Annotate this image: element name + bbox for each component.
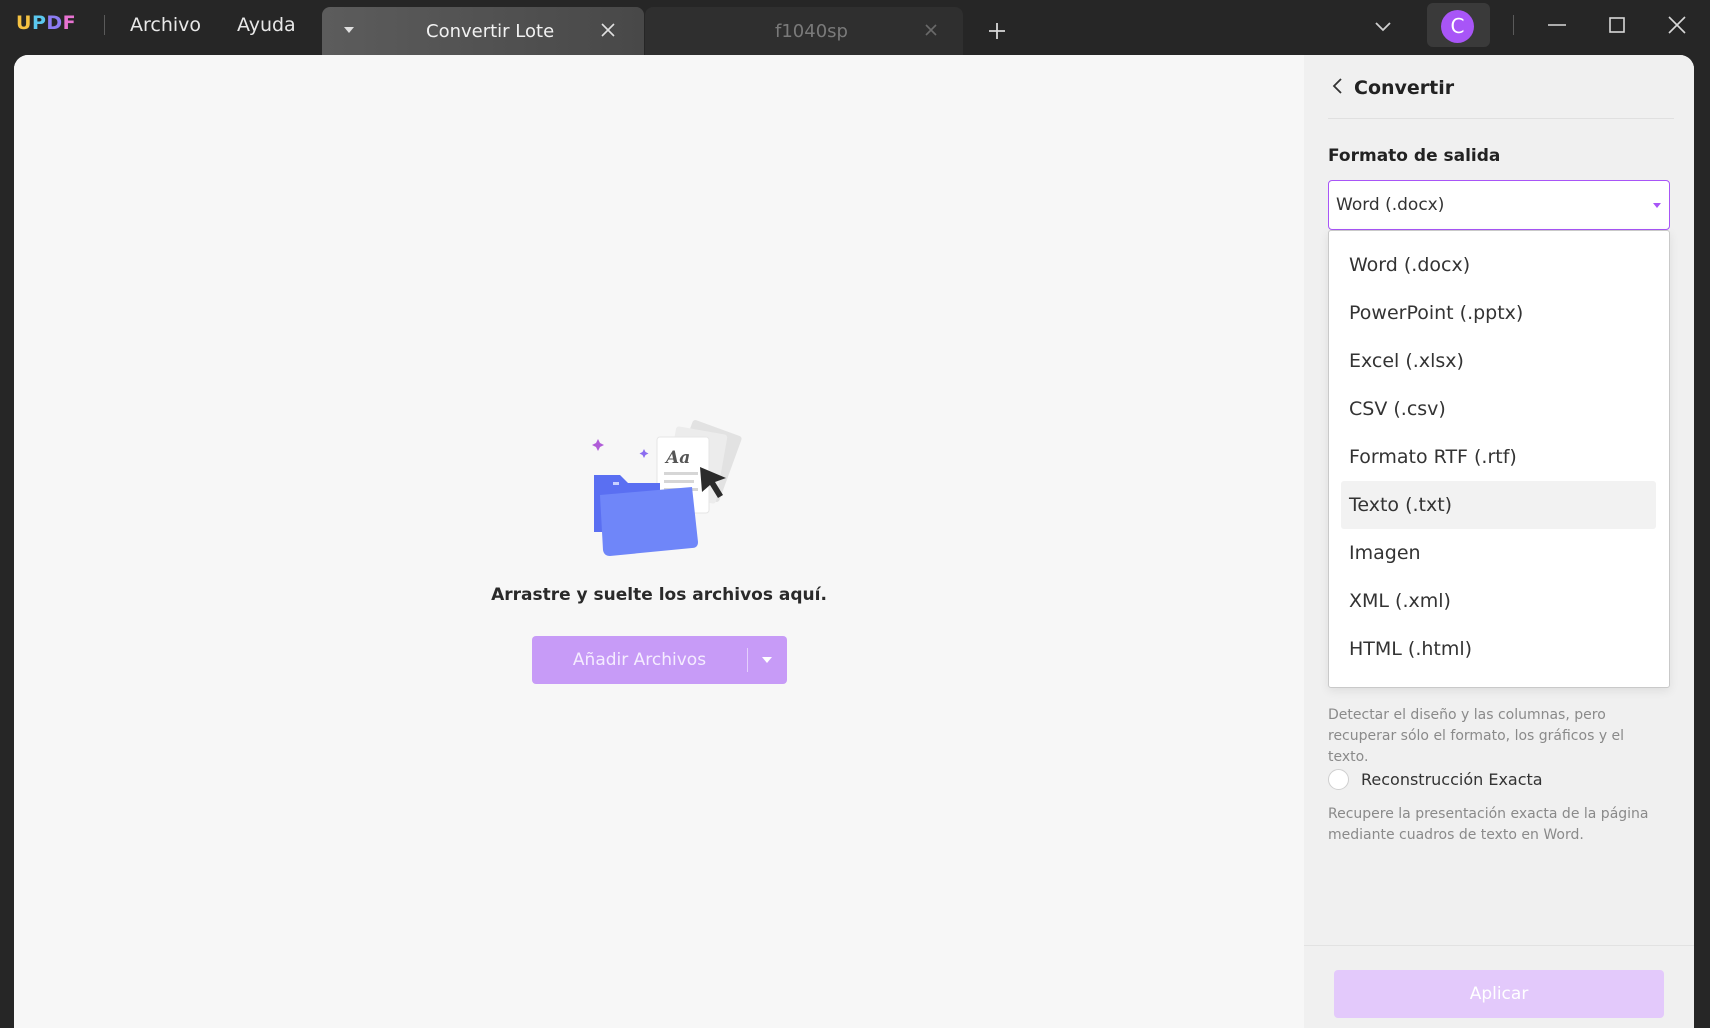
logo-letter-d: D	[46, 12, 63, 34]
close-icon[interactable]	[596, 18, 620, 42]
drop-instructions: Arrastre y suelte los archivos aquí.	[491, 585, 827, 605]
tab-f1040sp[interactable]: f1040sp	[645, 7, 963, 55]
format-option-word[interactable]: Word (.docx)	[1341, 241, 1656, 289]
format-option-txt[interactable]: Texto (.txt)	[1341, 481, 1656, 529]
exact-reconstruction-radio[interactable]	[1328, 769, 1349, 790]
tab-convertir-lote[interactable]: Convertir Lote	[322, 7, 644, 55]
caret-down-icon	[1653, 203, 1661, 208]
caret-down-icon[interactable]	[344, 27, 354, 33]
format-option-html[interactable]: HTML (.html)	[1341, 625, 1656, 673]
layout-option-description: Detectar el diseño y las columnas, pero …	[1328, 707, 1625, 765]
chevron-left-icon[interactable]	[1328, 76, 1348, 96]
files-folder-illustration: Aa	[592, 420, 742, 556]
menu-archivo[interactable]: Archivo	[130, 14, 201, 36]
format-option-image[interactable]: Imagen	[1341, 529, 1656, 577]
format-option-excel[interactable]: Excel (.xlsx)	[1341, 337, 1656, 385]
logo-letter-p: P	[31, 12, 47, 34]
menu-ayuda[interactable]: Ayuda	[237, 14, 296, 36]
format-option-xml[interactable]: XML (.xml)	[1341, 577, 1656, 625]
close-icon[interactable]	[1666, 14, 1688, 36]
panel-footer-divider	[1304, 945, 1694, 946]
updf-logo: UPDF	[16, 12, 76, 34]
format-dropdown-list: Word (.docx) PowerPoint (.pptx) Excel (.…	[1328, 230, 1670, 688]
button-divider	[747, 648, 748, 672]
maximize-icon[interactable]	[1606, 14, 1628, 36]
apply-button[interactable]: Aplicar	[1334, 970, 1664, 1018]
account-button[interactable]: C	[1427, 3, 1490, 47]
drop-zone[interactable]: Aa Arrastre y suelte los archivos aquí. …	[14, 55, 1304, 1028]
titlebar-divider	[104, 15, 105, 35]
logo-letter-f: F	[62, 12, 77, 34]
add-files-label: Añadir Archivos	[572, 650, 707, 670]
plus-icon[interactable]	[986, 20, 1008, 42]
format-option-powerpoint[interactable]: PowerPoint (.pptx)	[1341, 289, 1656, 337]
titlebar-divider	[1513, 15, 1514, 35]
tab-label: f1040sp	[775, 21, 848, 42]
format-option-csv[interactable]: CSV (.csv)	[1341, 385, 1656, 433]
close-icon[interactable]	[919, 18, 943, 42]
selected-format: Word (.docx)	[1336, 195, 1445, 215]
title-bar: UPDF Archivo Ayuda Convertir Lote f1040s…	[0, 0, 1710, 55]
format-option-rtf[interactable]: Formato RTF (.rtf)	[1341, 433, 1656, 481]
panel-header: Convertir	[1328, 55, 1674, 119]
minimize-icon[interactable]	[1546, 14, 1568, 36]
output-format-label: Formato de salida	[1328, 146, 1501, 166]
main-window: Aa Arrastre y suelte los archivos aquí. …	[14, 55, 1694, 1028]
caret-down-icon[interactable]	[762, 657, 772, 663]
avatar[interactable]: C	[1441, 10, 1474, 43]
exact-reconstruction-label[interactable]: Reconstrucción Exacta	[1361, 770, 1543, 789]
panel-title: Convertir	[1354, 77, 1455, 99]
chevron-down-icon[interactable]	[1373, 16, 1393, 36]
output-format-select[interactable]: Word (.docx)	[1328, 180, 1670, 230]
convert-panel: Convertir Formato de salida Word (.docx)…	[1304, 55, 1694, 1028]
illustration-text: Aa	[664, 448, 690, 468]
add-files-button[interactable]: Añadir Archivos	[532, 636, 787, 684]
tab-label: Convertir Lote	[426, 21, 555, 42]
logo-letter-u: U	[16, 12, 32, 34]
exact-reconstruction-description: Recupere la presentación exacta de la pá…	[1328, 806, 1649, 843]
